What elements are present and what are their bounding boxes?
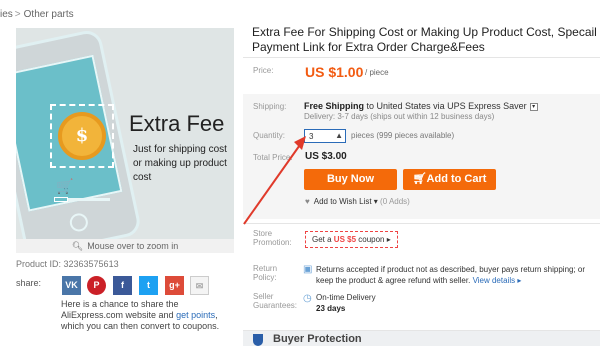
email-share-icon[interactable]: ✉ xyxy=(190,276,209,295)
vk-share-icon[interactable]: VK xyxy=(62,276,81,295)
coupon-prefix: Get a xyxy=(312,235,334,244)
return-policy-text: Returns accepted if product not as descr… xyxy=(316,264,598,286)
get-points-link[interactable]: get points xyxy=(176,310,215,320)
free-shipping-text: Free Shipping xyxy=(304,101,365,111)
coin-icon: $ xyxy=(58,112,106,160)
wishlist-count: (0 Adds) xyxy=(380,197,410,206)
product-image[interactable]: $ 🛒 Extra Fee Just for shipping cost or … xyxy=(16,28,234,239)
coupon-button[interactable]: Get a US $5 coupon ▸ xyxy=(305,231,398,248)
product-id: Product ID: 32363575613 xyxy=(16,259,119,269)
share-note: Here is a chance to share the AliExpress… xyxy=(61,299,241,332)
buyer-protection-header: Buyer Protection xyxy=(243,330,600,346)
share-label: share: xyxy=(16,278,42,288)
cart-icon: 🛒︎ xyxy=(412,173,427,185)
breadcrumb-current-link[interactable]: Other parts xyxy=(24,9,74,20)
price-value: US $1.00 xyxy=(305,64,364,80)
breadcrumb-separator: > xyxy=(14,9,21,20)
pinterest-share-icon[interactable]: P xyxy=(87,276,106,295)
divider xyxy=(243,57,600,58)
shipping-label: Shipping: xyxy=(253,102,287,111)
ontime-delivery: On-time Delivery xyxy=(316,293,376,302)
return-policy-body: Returns accepted if product not as descr… xyxy=(316,265,586,285)
coupon-suffix: coupon ▸ xyxy=(356,235,391,244)
return-policy-label: Return Policy: xyxy=(253,264,278,282)
facebook-share-icon[interactable]: f xyxy=(113,276,132,295)
store-promotion-label: Store Promotion: xyxy=(253,229,292,247)
slider-knob xyxy=(54,197,68,202)
view-details-link[interactable]: View details ▸ xyxy=(473,276,522,285)
ontime-delivery-days: 23 days xyxy=(316,304,346,313)
google-plus-share-icon[interactable]: g+ xyxy=(165,276,184,295)
annotation-arrow xyxy=(243,136,306,225)
slider-graphic xyxy=(54,197,110,202)
add-to-cart-label: Add to Cart xyxy=(426,173,487,185)
annotation-arrow-line xyxy=(243,141,303,225)
share-note-prefix: Here is a chance to share the AliExpress… xyxy=(61,299,179,320)
annotation-arrow-head xyxy=(294,136,306,150)
shipping-destination[interactable]: to United States via UPS Express Saver xyxy=(367,101,527,111)
quantity-spin-icon[interactable]: ▲︎ xyxy=(335,131,343,140)
zoom-hint: 🔍︎ Mouse over to zoom in xyxy=(16,239,234,253)
price-label: Price: xyxy=(253,66,274,75)
shield-icon xyxy=(253,334,263,346)
shipping-method: Free Shipping to United States via UPS E… xyxy=(304,101,538,111)
magnifier-icon: 🔍︎ xyxy=(71,241,84,251)
twitter-share-icon[interactable]: t xyxy=(139,276,158,295)
breadcrumb-prev-link[interactable]: ies xyxy=(0,9,13,20)
image-description: Just for shipping cost or making up prod… xyxy=(133,144,227,183)
wishlist-caret-icon[interactable]: ▾ xyxy=(374,197,378,206)
shipping-dropdown-icon[interactable]: ▾ xyxy=(529,102,538,111)
add-to-cart-button[interactable]: 🛒︎Add to Cart xyxy=(403,169,496,190)
image-title: Extra Fee xyxy=(129,111,225,136)
coupon-value: US $5 xyxy=(333,235,357,244)
product-title: Extra Fee For Shipping Cost or Making Up… xyxy=(252,25,597,54)
cart-icon: 🛒 xyxy=(56,178,74,194)
breadcrumb: ies > Other parts xyxy=(0,9,74,20)
delivery-estimate: Delivery: 3-7 days (ships out within 12 … xyxy=(304,112,495,121)
buyer-protection-title: Buyer Protection xyxy=(273,333,362,345)
return-policy-icon: ▣ xyxy=(303,264,313,275)
phone-home-button xyxy=(68,211,90,234)
clock-icon: ◷ xyxy=(303,293,312,304)
price-unit: / piece xyxy=(365,68,389,77)
seller-guarantees-label: Seller Guarantees: xyxy=(253,292,298,310)
quantity-availability: pieces (999 pieces available) xyxy=(351,131,455,140)
zoom-hint-text: Mouse over to zoom in xyxy=(87,241,179,251)
